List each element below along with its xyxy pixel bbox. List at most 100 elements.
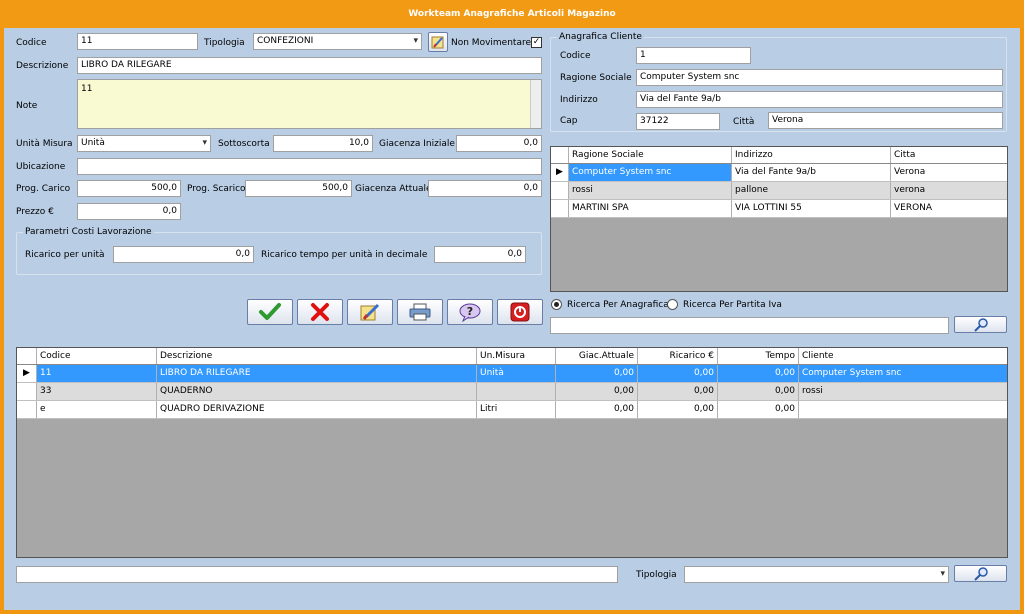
note-textarea[interactable]: 11 (77, 79, 542, 129)
col-header-un-misura[interactable]: Un.Misura (477, 348, 556, 364)
table-cell[interactable]: rossi (569, 182, 732, 199)
cancel-button[interactable] (297, 299, 343, 325)
table-cell[interactable]: 33 (37, 383, 157, 400)
table-cell[interactable]: pallone (732, 182, 891, 199)
prezzo-input[interactable]: 0,0 (77, 203, 181, 220)
tipologia-label: Tipologia (204, 38, 245, 48)
ricerca-anagrafica-radio[interactable] (551, 299, 562, 310)
sottoscorta-input[interactable]: 10,0 (273, 135, 373, 152)
table-cell[interactable]: Litri (477, 401, 556, 418)
col-header-indirizzo[interactable]: Indirizzo (732, 147, 891, 163)
clear-button[interactable] (347, 299, 393, 325)
chevron-down-icon: ▾ (202, 138, 207, 148)
prog-scarico-input[interactable]: 500,0 (245, 180, 352, 197)
ricarico-input[interactable]: 0,0 (113, 246, 254, 263)
table-cell[interactable] (799, 401, 1007, 418)
indirizzo-input[interactable]: Via del Fante 9a/b (636, 91, 1003, 108)
table-cell[interactable]: 0,00 (556, 365, 638, 382)
table-cell[interactable]: rossi (799, 383, 1007, 400)
col-header-descrizione[interactable]: Descrizione (157, 348, 477, 364)
table-row[interactable]: rossi pallone verona (551, 182, 1007, 200)
bottom-tipologia-select[interactable]: ▾ (684, 566, 949, 583)
table-row[interactable]: e QUADRO DERIVAZIONE Litri 0,00 0,00 0,0… (17, 401, 1007, 419)
table-cell[interactable]: Via del Fante 9a/b (732, 164, 891, 181)
prog-carico-input[interactable]: 500,0 (77, 180, 181, 197)
bottom-tipologia-label: Tipologia (636, 570, 677, 580)
exit-button[interactable] (497, 299, 543, 325)
cap-input[interactable]: 37122 (636, 113, 720, 130)
ubicazione-input[interactable] (77, 158, 542, 175)
table-cell[interactable]: Unità (477, 365, 556, 382)
table-cell[interactable]: 0,00 (718, 401, 799, 418)
col-header-citta[interactable]: Citta (891, 147, 1007, 163)
cap-label: Cap (560, 116, 578, 126)
table-cell[interactable]: LIBRO DA RILEGARE (157, 365, 477, 382)
table-cell[interactable]: 0,00 (638, 383, 718, 400)
col-header-ricarico[interactable]: Ricarico € (638, 348, 718, 364)
ragione-sociale-input[interactable]: Computer System snc (636, 69, 1003, 86)
cliente-search-input[interactable] (550, 317, 949, 334)
table-row[interactable]: MARTINI SPA VIA LOTTINI 55 VERONA (551, 200, 1007, 218)
unita-misura-select[interactable]: Unità ▾ (77, 135, 211, 152)
articoli-grid-header: Codice Descrizione Un.Misura Giac.Attual… (17, 348, 1007, 365)
search-magnifier-icon (973, 317, 988, 332)
chevron-down-icon: ▾ (413, 36, 418, 46)
ricerca-partita-iva-radio[interactable] (667, 299, 678, 310)
unita-misura-label: Unità Misura (16, 139, 73, 149)
clienti-grid[interactable]: Ragione Sociale Indirizzo Citta ▶ Comput… (550, 146, 1008, 292)
table-cell[interactable]: Computer System snc (569, 164, 732, 181)
confirm-check-icon (259, 303, 281, 320)
citta-input[interactable]: Verona (768, 112, 1003, 129)
col-header-cliente[interactable]: Cliente (799, 348, 1007, 364)
table-cell[interactable]: Computer System snc (799, 365, 1007, 382)
table-row[interactable]: ▶ 11 LIBRO DA RILEGARE Unità 0,00 0,00 0… (17, 365, 1007, 383)
articoli-grid[interactable]: Codice Descrizione Un.Misura Giac.Attual… (16, 347, 1008, 558)
table-cell[interactable]: 0,00 (638, 401, 718, 418)
table-cell[interactable]: 0,00 (718, 383, 799, 400)
table-cell[interactable]: VIA LOTTINI 55 (732, 200, 891, 217)
codice-input[interactable]: 11 (77, 33, 198, 50)
tipologia-edit-button[interactable] (428, 32, 448, 52)
help-button[interactable]: ? (447, 299, 493, 325)
table-cell[interactable]: VERONA (891, 200, 1007, 217)
cliente-group: Anagrafica Cliente Codice 1 Ragione Soci… (550, 31, 1007, 132)
descrizione-input[interactable]: LIBRO DA RILEGARE (77, 57, 542, 74)
col-header-ragione-sociale[interactable]: Ragione Sociale (569, 147, 732, 163)
table-cell[interactable]: 11 (37, 365, 157, 382)
table-cell[interactable]: QUADRO DERIVAZIONE (157, 401, 477, 418)
save-button[interactable] (247, 299, 293, 325)
table-cell[interactable]: 0,00 (718, 365, 799, 382)
table-cell[interactable]: verona (891, 182, 1007, 199)
cliente-search-button[interactable] (954, 316, 1007, 333)
non-movimentare-label: Non Movimentare (451, 38, 531, 48)
table-cell[interactable]: e (37, 401, 157, 418)
articoli-filter-input[interactable] (16, 566, 618, 583)
table-row[interactable]: ▶ Computer System snc Via del Fante 9a/b… (551, 164, 1007, 182)
row-indicator-header (551, 147, 569, 163)
table-cell[interactable]: MARTINI SPA (569, 200, 732, 217)
table-cell[interactable]: QUADERNO (157, 383, 477, 400)
table-cell[interactable]: 0,00 (556, 383, 638, 400)
table-row[interactable]: 33 QUADERNO 0,00 0,00 0,00 rossi (17, 383, 1007, 401)
cliente-codice-input[interactable]: 1 (636, 47, 751, 64)
col-header-tempo[interactable]: Tempo (718, 348, 799, 364)
clean-brush-icon (360, 303, 380, 321)
note-scrollbar[interactable] (530, 80, 541, 128)
unita-misura-value: Unità (81, 138, 105, 148)
articoli-search-button[interactable] (954, 565, 1007, 582)
clienti-grid-header: Ragione Sociale Indirizzo Citta (551, 147, 1007, 164)
ricarico-tempo-input[interactable]: 0,0 (434, 246, 526, 263)
table-cell[interactable]: 0,00 (638, 365, 718, 382)
table-cell[interactable]: Verona (891, 164, 1007, 181)
giacenza-attuale-input[interactable]: 0,0 (428, 180, 542, 197)
col-header-codice[interactable]: Codice (37, 348, 157, 364)
prezzo-label: Prezzo € (16, 207, 54, 217)
print-button[interactable] (397, 299, 443, 325)
non-movimentare-checkbox[interactable]: ✓ (531, 37, 542, 48)
col-header-giac-attuale[interactable]: Giac.Attuale (556, 348, 638, 364)
table-cell[interactable] (477, 383, 556, 400)
giacenza-iniziale-input[interactable]: 0,0 (456, 135, 542, 152)
tipologia-select[interactable]: CONFEZIONI ▾ (253, 33, 422, 50)
giacenza-iniziale-label: Giacenza Iniziale (379, 139, 455, 149)
table-cell[interactable]: 0,00 (556, 401, 638, 418)
